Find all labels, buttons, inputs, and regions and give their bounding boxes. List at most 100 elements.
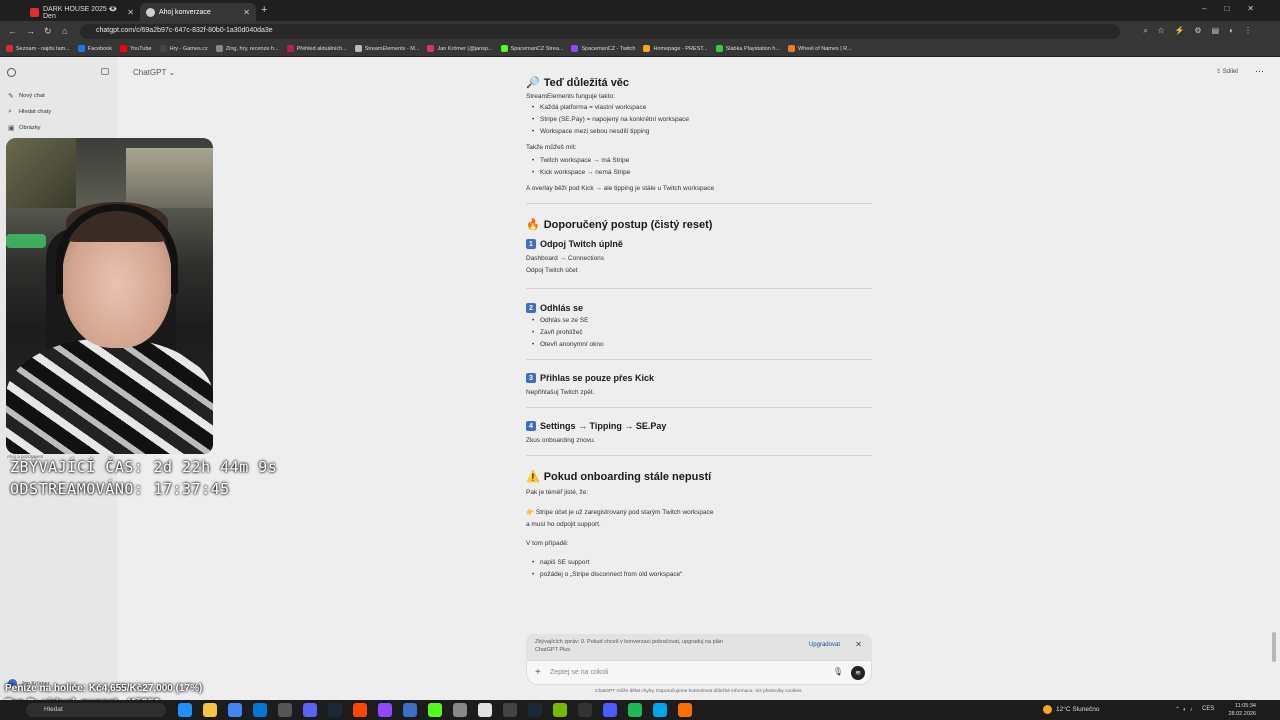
step-heading: 1 Odpoj Twitch úplně <box>526 239 872 249</box>
reload-icon[interactable]: ↻ <box>44 26 52 37</box>
section-heading: 🔥 Doporučený postup (čistý reset) <box>526 218 872 232</box>
taskbar-app-icon[interactable] <box>378 703 392 717</box>
taskbar-app-icon[interactable] <box>578 703 592 717</box>
plus-icon[interactable]: + <box>535 667 541 678</box>
taskbar-apps <box>178 703 703 717</box>
bookmark-label: Seznam - najdu tam... <box>16 45 70 52</box>
taskbar-clock[interactable]: 11:05:34 28.02.2026 <box>1220 702 1256 718</box>
taskbar-app-icon[interactable] <box>353 703 367 717</box>
heading-text: Přihlas se pouze přes Kick <box>540 373 655 383</box>
bookmark-label: Facebook <box>87 45 112 52</box>
close-tab-icon[interactable]: ✕ <box>243 8 250 17</box>
keycap-two-icon: 2 <box>526 303 536 313</box>
new-tab-icon[interactable]: + <box>261 4 267 16</box>
bookmark-label: Přehled aktuálních... <box>296 45 347 52</box>
weather-widget[interactable]: 12°C Slunečno <box>1043 705 1099 714</box>
home-icon[interactable]: ⌂ <box>62 26 67 36</box>
taskbar-app-icon[interactable] <box>653 703 667 717</box>
fire-icon: 🔥 <box>526 219 540 231</box>
taskbar-app-icon[interactable] <box>203 703 217 717</box>
streamed-label: ODSTREAMOVÁNO: <box>10 480 144 498</box>
window-controls[interactable]: –□✕ <box>1202 4 1272 13</box>
taskbar-app-icon[interactable] <box>528 703 542 717</box>
upgrade-button[interactable]: Upgradovat <box>809 642 840 648</box>
heading-text: Pokud onboarding stále nepustí <box>543 470 712 483</box>
close-tab-icon[interactable]: ✕ <box>127 8 134 17</box>
bookmark-item[interactable]: SpacemanCZ Strea... <box>500 45 564 52</box>
model-selector[interactable]: ChatGPT ⌄ <box>133 68 175 77</box>
taskbar-app-icon[interactable] <box>228 703 242 717</box>
list-item: napiš SE support <box>526 559 872 566</box>
step-heading: 3 Přihlas se pouze přes Kick <box>526 373 872 383</box>
prompt-input[interactable]: Zeptej se na cokoli <box>550 669 608 676</box>
taskbar-search-input[interactable]: Hledat <box>26 703 166 717</box>
taskbar-app-icon[interactable] <box>503 703 517 717</box>
bookmark-item[interactable]: Přehled aktuálních... <box>286 45 347 52</box>
bookmark-item[interactable]: Slabka Playstation h... <box>715 45 780 52</box>
bookmark-item[interactable]: Wheel of Names | R... <box>788 45 852 52</box>
sidebar-item-new-chat[interactable]: ✎ Nový chat <box>8 92 45 100</box>
list-item: Kick workspace → nemá Stripe <box>526 169 872 176</box>
bookmark-item[interactable]: YouTube <box>119 45 152 52</box>
taskbar-app-icon[interactable] <box>178 703 192 717</box>
tab-dark-house[interactable]: DARK HOUSE 2025 👁️ Den ✕ <box>24 3 140 21</box>
taskbar-app-icon[interactable] <box>603 703 617 717</box>
bookmark-label: SpacemanCZ Strea... <box>510 45 564 52</box>
chatgpt-logo-icon[interactable] <box>7 68 16 77</box>
more-options-icon[interactable]: ⋯ <box>1255 66 1264 77</box>
taskbar-app-icon[interactable] <box>428 703 442 717</box>
message-composer[interactable]: + Zeptej se na cokoli 🎙 ≋ <box>526 660 872 685</box>
youtube-favicon-icon <box>30 7 39 17</box>
search-icon: ⌕ <box>8 108 12 115</box>
bookmark-item[interactable]: StreamElements - M... <box>354 45 419 52</box>
url-input[interactable]: chatgpt.com/c/69a2b97c-647c-832f-80b0-1a… <box>80 24 1120 39</box>
paragraph: V tom případě: <box>526 540 569 547</box>
taskbar-app-icon[interactable] <box>328 703 342 717</box>
scrollbar[interactable] <box>1272 632 1276 662</box>
taskbar-app-icon[interactable] <box>403 703 417 717</box>
remaining-label: ZBÝVAJÍCÍ ČAS: <box>10 458 144 476</box>
tab-chatgpt[interactable]: Ahoj konverzace ✕ <box>140 3 256 21</box>
bookmark-item[interactable]: Seznam - najdu tam... <box>6 45 70 52</box>
taskbar-app-icon[interactable] <box>303 703 317 717</box>
bookmark-item[interactable]: SpacemanCZ - Twitch <box>571 45 635 52</box>
taskbar-app-icon[interactable] <box>478 703 492 717</box>
bookmark-item[interactable]: Jan Krömer (@jansp... <box>427 45 493 52</box>
paragraph: StreamElements funguje takto: <box>526 93 615 100</box>
paragraph: a musí ho odpojit support. <box>526 521 601 528</box>
paragraph-text: Stripe účet je už zaregistrovaný pod sta… <box>535 509 714 516</box>
system-tray-icons[interactable]: ⌃◐♪ <box>1175 706 1196 713</box>
forward-icon[interactable]: → <box>26 26 35 36</box>
language-indicator[interactable]: CES <box>1202 706 1214 712</box>
bookmark-item[interactable]: Hry - Games.cz <box>159 45 208 52</box>
tab-title: DARK HOUSE 2025 👁️ Den <box>43 5 118 20</box>
back-icon[interactable]: ← <box>8 26 17 36</box>
remaining-time-overlay: ZBÝVAJÍCÍ ČAS: 2d 22h 44m 9s <box>10 458 277 476</box>
sidebar-item-search[interactable]: ⌕ Hledat chaty <box>8 108 51 116</box>
close-icon[interactable]: ✕ <box>855 640 862 649</box>
microphone-icon[interactable]: 🎙 <box>833 667 843 676</box>
taskbar-app-icon[interactable] <box>678 703 692 717</box>
edit-icon: ✎ <box>8 93 14 100</box>
divider <box>526 455 872 456</box>
share-button[interactable]: ⇪ Sdílet <box>1216 68 1238 75</box>
taskbar-app-icon[interactable] <box>628 703 642 717</box>
voice-mode-button[interactable]: ≋ <box>851 666 865 680</box>
extension-icons[interactable]: ⌕☆⚡⚙▤◐⋮ <box>1143 26 1262 36</box>
taskbar-app-icon[interactable] <box>453 703 467 717</box>
taskbar-app-icon[interactable] <box>553 703 567 717</box>
bookmark-favicon-icon <box>571 45 579 52</box>
taskbar-app-icon[interactable] <box>253 703 267 717</box>
taskbar-app-icon[interactable] <box>278 703 292 717</box>
bookmarks-bar: Seznam - najdu tam... Facebook YouTube Hry … <box>0 41 1280 57</box>
bookmark-favicon-icon <box>215 45 223 52</box>
bookmark-item[interactable]: Zing, hry, recenze h... <box>215 45 279 52</box>
bookmark-item[interactable]: Homepage - PREST... <box>643 45 708 52</box>
sidebar-item-images[interactable]: ▣ Obrázky <box>8 124 41 132</box>
step-heading: 4 Settings → Tipping → SE.Pay <box>526 421 872 431</box>
bookmark-favicon-icon <box>159 45 167 52</box>
section-heading: ⚠️ Pokud onboarding stále nepustí <box>526 470 872 484</box>
bookmark-item[interactable]: Facebook <box>77 45 112 52</box>
sidebar-toggle-icon[interactable] <box>101 68 109 75</box>
divider <box>526 359 872 360</box>
